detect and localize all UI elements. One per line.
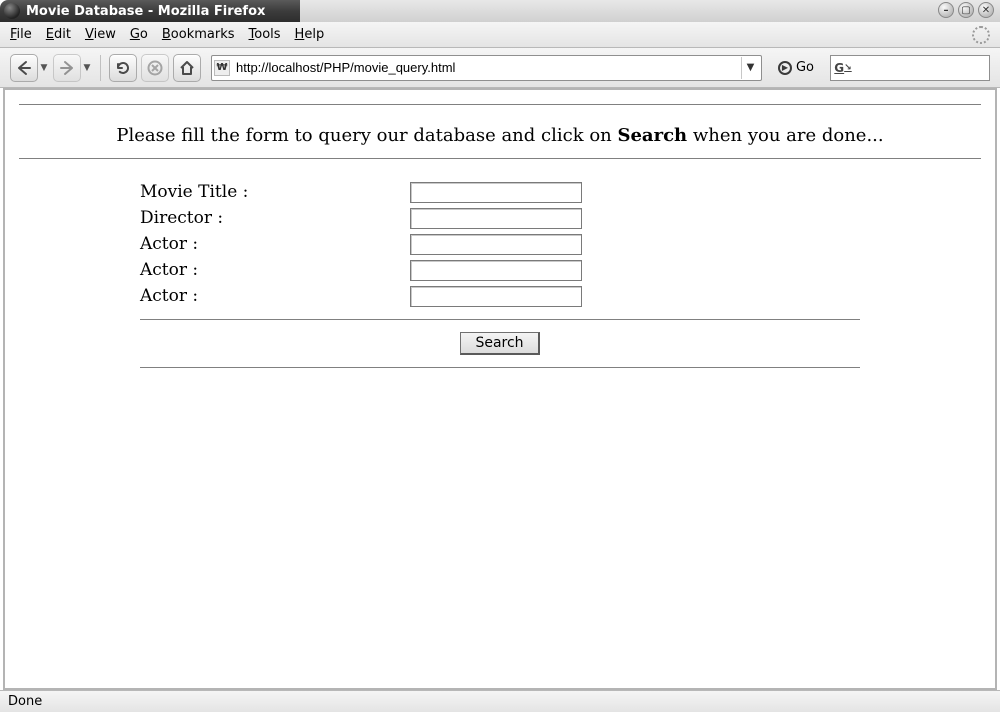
menu-view[interactable]: View: [85, 27, 116, 42]
input-movie-title[interactable]: [410, 182, 582, 203]
query-form: Movie Title : Director : Actor : Actor :…: [140, 179, 860, 368]
activity-throbber-icon: [972, 26, 990, 44]
menu-go[interactable]: Go: [130, 27, 148, 42]
forward-button[interactable]: [53, 54, 81, 82]
menu-file[interactable]: File: [10, 27, 32, 42]
menu-edit[interactable]: Edit: [46, 27, 71, 42]
menu-bookmarks[interactable]: Bookmarks: [162, 27, 235, 42]
menubar: File Edit View Go Bookmarks Tools Help: [0, 22, 1000, 48]
home-button[interactable]: [173, 54, 201, 82]
back-history-dropdown[interactable]: ▼: [39, 54, 49, 82]
site-identity-icon[interactable]: ₩: [214, 60, 230, 76]
menu-tools[interactable]: Tools: [249, 27, 281, 42]
window-titlebar: Movie Database - Mozilla Firefox – ▢ ✕: [0, 0, 1000, 22]
go-button[interactable]: ▶ Go: [772, 55, 820, 81]
search-button[interactable]: Search: [460, 332, 539, 355]
input-director[interactable]: [410, 208, 582, 229]
input-actor-1[interactable]: [410, 234, 582, 255]
page-viewport: Please fill the form to query our databa…: [3, 88, 997, 690]
page-headline: Please fill the form to query our databa…: [19, 105, 981, 158]
forward-history-dropdown[interactable]: ▼: [82, 54, 92, 82]
status-text: Done: [8, 694, 42, 709]
search-engine-icon[interactable]: G↘: [835, 60, 851, 76]
arrow-left-icon: [15, 59, 33, 77]
window-title: Movie Database - Mozilla Firefox: [26, 4, 265, 19]
firefox-icon: [4, 3, 20, 19]
label-actor-1: Actor :: [140, 234, 410, 254]
divider: [140, 367, 860, 368]
reload-button[interactable]: [109, 54, 137, 82]
input-actor-2[interactable]: [410, 260, 582, 281]
label-actor-2: Actor :: [140, 260, 410, 280]
reload-icon: [114, 59, 132, 77]
stop-icon: [146, 59, 164, 77]
input-actor-3[interactable]: [410, 286, 582, 307]
label-movie-title: Movie Title :: [140, 182, 410, 202]
window-maximize-button[interactable]: ▢: [958, 2, 974, 18]
toolbar-separator: [100, 55, 101, 81]
search-box[interactable]: G↘: [830, 55, 990, 81]
window-close-button[interactable]: ✕: [978, 2, 994, 18]
arrow-right-icon: [58, 59, 76, 77]
menu-help[interactable]: Help: [295, 27, 325, 42]
status-bar: Done: [0, 690, 1000, 712]
stop-button[interactable]: [141, 54, 169, 82]
window-minimize-button[interactable]: –: [938, 2, 954, 18]
url-bar[interactable]: ₩ ▼: [211, 55, 762, 81]
label-director: Director :: [140, 208, 410, 228]
go-label: Go: [796, 60, 814, 75]
navigation-toolbar: ▼ ▼ ₩ ▼ ▶ Go G↘: [0, 48, 1000, 88]
url-history-dropdown[interactable]: ▼: [741, 57, 759, 79]
label-actor-3: Actor :: [140, 286, 410, 306]
home-icon: [178, 59, 196, 77]
divider: [19, 158, 981, 159]
back-button[interactable]: [10, 54, 38, 82]
go-icon: ▶: [778, 61, 792, 75]
url-input[interactable]: [234, 57, 741, 79]
